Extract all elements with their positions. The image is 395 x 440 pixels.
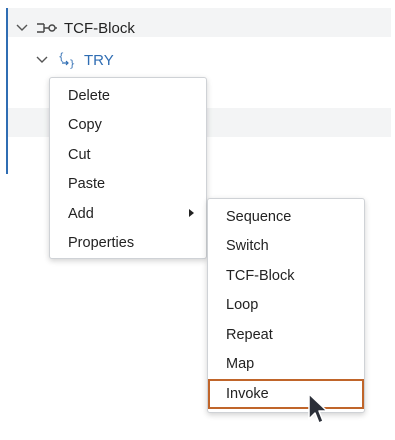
submenu-item-tcf-block[interactable]: TCF-Block [208, 261, 364, 291]
mouse-pointer-icon [307, 392, 333, 428]
menu-item-label: Add [68, 205, 94, 222]
submenu-item-invoke[interactable]: Invoke [208, 379, 364, 409]
svg-text:}: } [69, 59, 75, 69]
add-submenu: Sequence Switch TCF-Block Loop Repeat Ma… [207, 198, 365, 413]
menu-item-label: TCF-Block [226, 267, 295, 284]
menu-item-label: Switch [226, 238, 269, 255]
menu-item-paste[interactable]: Paste [50, 170, 206, 200]
tcf-block-icon [36, 19, 58, 37]
submenu-arrow-icon [189, 209, 194, 217]
tree-row-try[interactable]: { } TRY [34, 49, 114, 71]
tree-row-label: TCF-Block [64, 19, 135, 37]
try-braces-icon: { } [56, 51, 78, 69]
submenu-item-repeat[interactable]: Repeat [208, 320, 364, 350]
menu-item-label: Delete [68, 87, 110, 104]
menu-item-label: Repeat [226, 326, 273, 343]
menu-item-label: Paste [68, 176, 106, 193]
submenu-item-sequence[interactable]: Sequence [208, 202, 364, 232]
menu-item-label: Map [226, 356, 255, 373]
menu-item-label: Cut [68, 146, 91, 163]
menu-item-properties[interactable]: Properties [50, 229, 206, 259]
menu-item-label: Loop [226, 297, 259, 314]
menu-item-label: Properties [68, 235, 135, 252]
chevron-down-icon[interactable] [14, 20, 30, 36]
menu-item-add[interactable]: Add [50, 199, 206, 229]
menu-item-copy[interactable]: Copy [50, 111, 206, 141]
svg-text:{: { [58, 52, 64, 63]
menu-item-label: Copy [68, 117, 102, 134]
context-menu: Delete Copy Cut Paste Add Properties [49, 77, 207, 259]
submenu-item-map[interactable]: Map [208, 350, 364, 380]
tree-row-label: TRY [84, 51, 114, 69]
menu-item-label: Invoke [226, 385, 269, 402]
submenu-item-loop[interactable]: Loop [208, 291, 364, 321]
menu-item-cut[interactable]: Cut [50, 140, 206, 170]
tree-row-tcf-block[interactable]: TCF-Block [14, 17, 135, 39]
submenu-item-switch[interactable]: Switch [208, 232, 364, 262]
menu-item-label: Sequence [226, 208, 292, 225]
menu-item-delete[interactable]: Delete [50, 81, 206, 111]
chevron-down-icon[interactable] [34, 52, 50, 68]
